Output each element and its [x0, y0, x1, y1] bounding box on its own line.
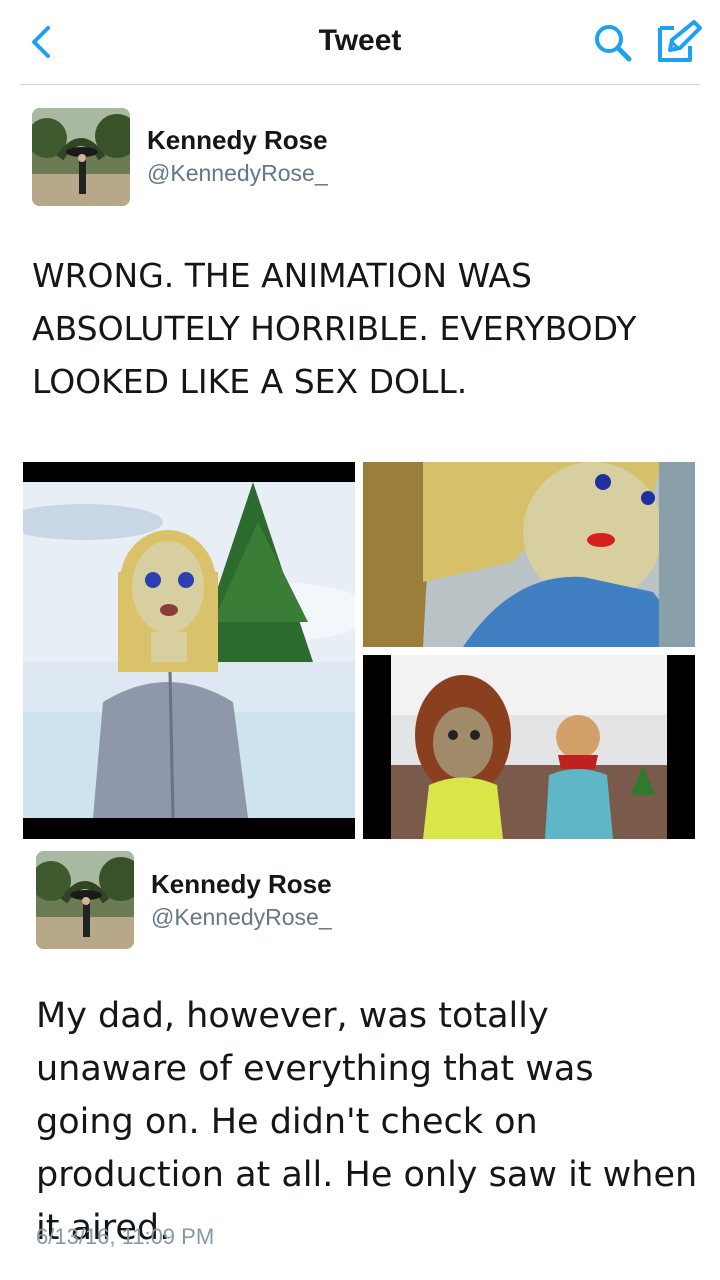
user-handle[interactable]: @KennedyRose_ — [147, 160, 328, 187]
avatar[interactable] — [36, 851, 134, 949]
compose-button[interactable] — [654, 18, 704, 64]
tweet-image-2[interactable] — [363, 462, 695, 647]
profile-photo — [32, 108, 130, 206]
profile-photo — [36, 851, 134, 949]
nav-divider — [20, 84, 700, 85]
tweet-text: My dad, however, was totally unaware of … — [36, 996, 698, 1248]
tweet-image-1[interactable] — [23, 462, 355, 839]
tweet-text: WRONG. THE ANIMATION WAS ABSOLUTELY HORR… — [32, 256, 637, 401]
user-handle[interactable]: @KennedyRose_ — [151, 904, 332, 931]
tweet-image-3[interactable] — [363, 655, 695, 839]
search-icon — [595, 25, 632, 62]
avatar[interactable] — [32, 108, 130, 206]
navigation-bar: Tweet — [0, 0, 720, 84]
display-name[interactable]: Kennedy Rose — [147, 125, 328, 156]
search-button[interactable] — [592, 22, 634, 64]
compose-icon — [658, 20, 702, 62]
timestamp: 6/13/16, 11:09 PM — [36, 1224, 215, 1249]
display-name[interactable]: Kennedy Rose — [151, 869, 332, 900]
